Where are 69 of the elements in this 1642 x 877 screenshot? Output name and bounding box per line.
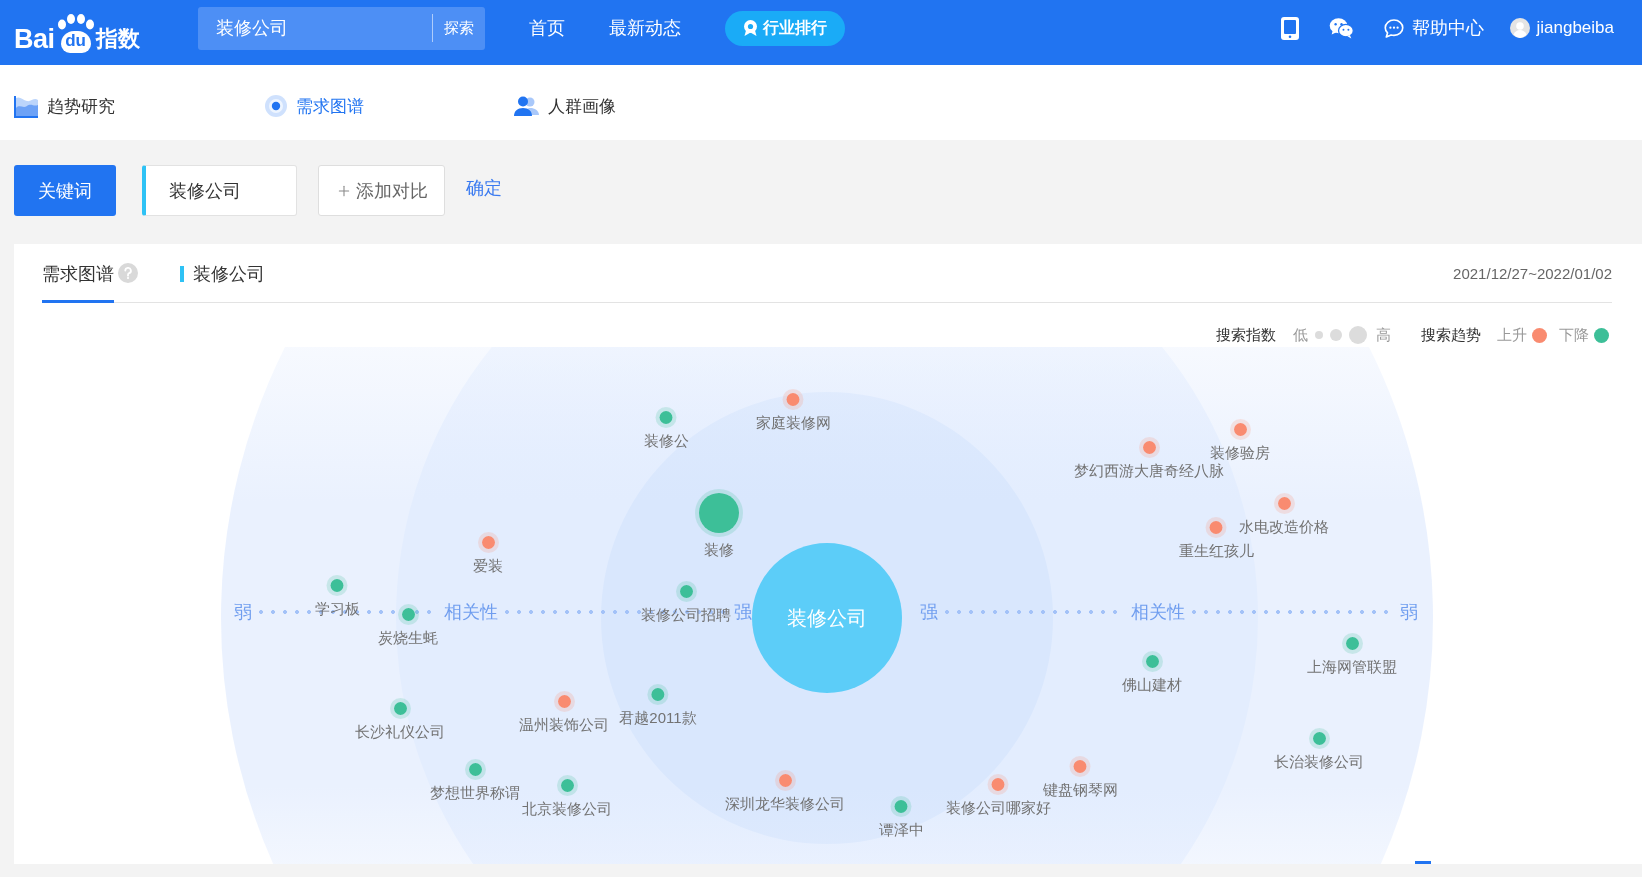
axis-title: 相关性 — [1131, 601, 1185, 624]
node-label: 梦幻西游大唐奇经八脉 — [1074, 462, 1224, 479]
legend-title: 搜索趋势 — [1421, 325, 1481, 345]
node-label: 长沙礼仪公司 — [355, 723, 445, 740]
node-label: 炭烧生蚝 — [378, 629, 438, 646]
node-label: 装修公司招聘 — [641, 606, 731, 623]
node-label: 北京装修公司 — [522, 800, 612, 817]
chat-bubbles-icon[interactable] — [1329, 17, 1355, 39]
axis-title: 相关性 — [444, 601, 498, 624]
users-icon — [514, 96, 539, 116]
tablet-icon[interactable] — [1281, 16, 1300, 40]
date-range: 2021/12/27~2022/01/02 — [1453, 264, 1612, 282]
node-label: 键盘钢琴网 — [1042, 781, 1118, 798]
legend-title: 搜索指数 — [1216, 325, 1276, 345]
nav-link[interactable]: 最新动态 — [608, 16, 681, 40]
node-label: 佛山建材 — [1122, 676, 1182, 693]
nav-link[interactable]: 首页 — [528, 16, 565, 40]
logo-text: 指数 — [95, 25, 140, 53]
axis-end-label: 弱 — [1400, 601, 1418, 624]
node-label: 梦想世界称谓 — [430, 784, 520, 801]
logo-text: Bai — [14, 25, 55, 53]
sub-nav-tab[interactable]: 趋势研究 — [14, 94, 115, 118]
area-chart-icon — [14, 94, 38, 118]
size-scale-dot — [1349, 326, 1367, 344]
legend-label: 低 — [1293, 325, 1308, 345]
legend-label: 高 — [1376, 325, 1391, 345]
node-label: 装修 — [704, 542, 734, 558]
radar-icon — [265, 95, 287, 117]
ranking-button[interactable]: 行业排行 — [724, 10, 845, 46]
legend-label: 下降 — [1559, 325, 1589, 345]
panel-tab[interactable]: 需求图谱 — [42, 244, 114, 303]
axis-near-label: 强 — [734, 601, 752, 624]
size-scale-dot — [1330, 329, 1342, 341]
node-label: 家庭装修网 — [755, 414, 831, 431]
node-label: 水电改造价格 — [1239, 518, 1329, 535]
add-compare-button[interactable]: 添加对比 — [318, 165, 445, 216]
size-scale-dot — [1315, 331, 1323, 339]
series-marker-icon — [180, 265, 184, 282]
logo-paw-badge: du — [60, 31, 91, 53]
search-field[interactable]: 装修公司 探索 — [197, 6, 485, 50]
keyword-field[interactable]: 装修公司 — [142, 165, 297, 216]
node-label: 装修验房 — [1210, 444, 1270, 461]
medal-icon — [742, 20, 758, 36]
legend-label: 上升 — [1497, 325, 1527, 345]
help-center-link[interactable]: 帮助中心 — [1384, 16, 1485, 40]
keyword-button[interactable]: 关键词 — [14, 165, 116, 216]
node-label: 深圳龙华装修公司 — [725, 795, 845, 812]
panel-tab[interactable]: 装修公司 — [180, 244, 265, 303]
user-menu[interactable]: jiangbeiba — [1510, 18, 1614, 38]
node-label: 上海网管联盟 — [1307, 658, 1397, 675]
avatar-icon — [1510, 18, 1531, 38]
node-label: 重生红孩儿 — [1178, 542, 1254, 559]
node-label: 温州装饰公司 — [519, 716, 609, 733]
node-label: 装修公司哪家好 — [945, 799, 1051, 816]
node-label: 爱装 — [473, 557, 503, 574]
axis-near-label: 强 — [920, 601, 938, 624]
paw-toes-icon — [57, 14, 94, 30]
confirm-link[interactable]: 确定 — [466, 177, 502, 199]
explore-button[interactable]: 探索 — [432, 6, 485, 50]
axis-end-label: 弱 — [234, 601, 252, 624]
page-indicator — [1415, 861, 1431, 864]
node-label: 谭泽中 — [878, 821, 924, 838]
sub-nav-tab[interactable]: 人群画像 — [514, 94, 616, 118]
node-label: 君越2011款 — [619, 709, 697, 726]
chat-icon — [1384, 18, 1405, 38]
node-label: 装修公 — [643, 432, 689, 449]
sub-nav-tab[interactable]: 需求图谱 — [265, 94, 364, 118]
node-label: 长治装修公司 — [1274, 753, 1364, 770]
node-label: 学习板 — [314, 600, 360, 617]
